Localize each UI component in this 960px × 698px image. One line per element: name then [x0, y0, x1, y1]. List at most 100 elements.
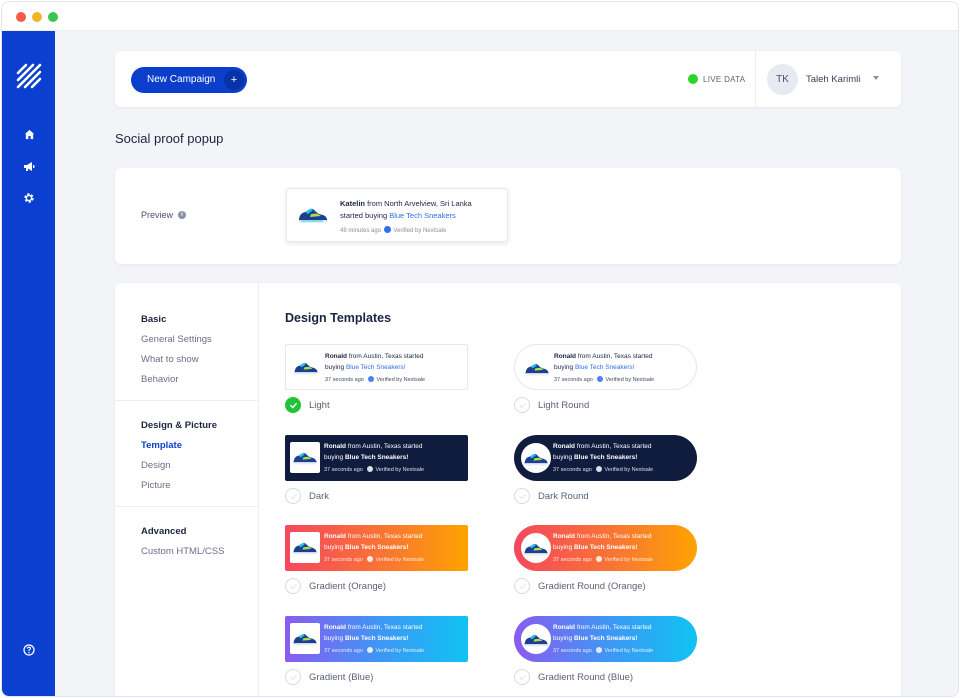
plus-icon: +: [224, 70, 244, 90]
template-line-1: Ronald from Austin, Texas started: [553, 443, 652, 450]
nav-item-custom-html-css[interactable]: Custom HTML/CSS: [141, 546, 224, 557]
template-option-label: Dark Round: [538, 490, 589, 502]
template-preview-light[interactable]: Ronald from Austin, Texas started buying …: [285, 344, 468, 390]
template-line-2: buying Blue Tech Sneakers!: [554, 364, 634, 371]
timestamp: 48 minutes ago: [340, 228, 382, 234]
topbar-divider: [755, 51, 756, 107]
design-templates-title: Design Templates: [285, 311, 392, 325]
template-preview-gradient-round-orange[interactable]: Ronald from Austin, Texas started buying …: [514, 525, 697, 571]
home-icon: [24, 129, 34, 139]
template-option-label: Gradient (Blue): [309, 671, 374, 683]
nav-item-picture[interactable]: Picture: [141, 480, 171, 491]
sidebar-item-campaigns[interactable]: [18, 155, 40, 177]
customer-location: from Austin, Texas started: [346, 443, 423, 450]
radio-circle-icon[interactable]: [514, 669, 530, 685]
timestamp: 37 seconds ago: [324, 467, 363, 473]
verified-icon: [596, 556, 603, 562]
template-option-gradient-orange[interactable]: Gradient (Orange): [285, 578, 386, 594]
preview-label: Preview i: [141, 210, 187, 220]
template-option-label: Light: [309, 399, 330, 411]
customer-name: Ronald: [325, 353, 348, 360]
user-menu[interactable]: TK Taleh Karimli: [767, 64, 879, 95]
sneaker-image: [294, 362, 318, 375]
sidebar-item-settings[interactable]: [18, 187, 40, 209]
template-preview-dark-round[interactable]: Ronald from Austin, Texas started buying …: [514, 435, 697, 481]
buying-text: buying: [324, 544, 345, 551]
template-preview-gradient-round-blue[interactable]: Ronald from Austin, Texas started buying …: [514, 616, 697, 662]
new-campaign-label: New Campaign: [147, 74, 216, 85]
template-line-3: 37 seconds ago Verified by Nextsale: [554, 376, 654, 383]
template-option-gradient-blue[interactable]: Gradient (Blue): [285, 669, 373, 685]
nav-item-template[interactable]: Template: [141, 440, 182, 451]
preview-line-3: 48 minutes ago Verified by Nextsale: [340, 226, 446, 234]
customer-location: from North Arvelview, Sri Lanka: [365, 199, 472, 208]
verified-text: Verified by Nextsale: [375, 467, 425, 473]
nav-item-what-to-show[interactable]: What to show: [141, 354, 199, 365]
sidebar-item-home[interactable]: [18, 123, 40, 145]
sneaker-image: [524, 634, 548, 647]
customer-location: from Austin, Texas started: [575, 624, 652, 631]
customer-name: Ronald: [324, 533, 347, 540]
info-icon[interactable]: i: [178, 211, 187, 219]
template-line-1: Ronald from Austin, Texas started: [553, 533, 652, 540]
close-window-button[interactable]: [16, 12, 26, 22]
template-option-label: Gradient Round (Blue): [538, 671, 634, 683]
template-line-1: Ronald from Austin, Texas started: [553, 624, 652, 631]
nextsale-logo[interactable]: [16, 63, 42, 89]
template-option-gradient-round-orange[interactable]: Gradient Round (Orange): [514, 578, 646, 594]
customer-name: Ronald: [553, 533, 576, 540]
template-line-2: buying Blue Tech Sneakers!: [553, 544, 637, 551]
checkmark-icon[interactable]: [285, 397, 301, 413]
maximize-window-button[interactable]: [48, 12, 58, 22]
sneaker-image: [525, 363, 549, 376]
template-option-light-round[interactable]: Light Round: [514, 397, 589, 413]
template-option-light[interactable]: Light: [285, 397, 330, 413]
template-option-dark-round[interactable]: Dark Round: [514, 488, 589, 504]
verified-text: Verified by Nextsale: [605, 377, 655, 383]
minimize-window-button[interactable]: [32, 12, 42, 22]
megaphone-icon: [24, 161, 35, 171]
template-thumbnail: [290, 442, 320, 473]
verified-icon: [368, 376, 375, 382]
product-link[interactable]: Blue Tech Sneakers: [389, 211, 456, 220]
radio-circle-icon[interactable]: [285, 578, 301, 594]
template-thumbnail: [290, 532, 320, 563]
nav-item-design[interactable]: Design: [141, 460, 171, 471]
main-content: New Campaign + LIVE DATA TK Taleh Kariml…: [55, 31, 958, 696]
live-data-label: LIVE DATA: [703, 74, 746, 84]
timestamp: 37 seconds ago: [324, 557, 363, 563]
nav-item-general-settings[interactable]: General Settings: [141, 334, 212, 345]
radio-circle-icon[interactable]: [514, 488, 530, 504]
template-line-1: Ronald from Austin, Texas started: [324, 443, 423, 450]
sneaker-image: [299, 208, 327, 223]
avatar: TK: [767, 64, 798, 95]
sneaker-image: [293, 542, 317, 555]
buying-text: buying: [553, 635, 574, 642]
template-line-3: 37 seconds ago Verified by Nextsale: [324, 556, 424, 563]
verified-icon: [596, 647, 603, 653]
new-campaign-button[interactable]: New Campaign +: [131, 67, 247, 93]
verified-icon: [597, 376, 604, 382]
radio-circle-icon[interactable]: [514, 397, 530, 413]
nav-heading-basic: Basic: [141, 314, 167, 325]
template-preview-gradient-blue[interactable]: Ronald from Austin, Texas started buying …: [285, 616, 468, 662]
nav-item-behavior[interactable]: Behavior: [141, 374, 179, 385]
template-option-dark[interactable]: Dark: [285, 488, 329, 504]
template-thumbnail: [522, 353, 552, 383]
radio-circle-icon[interactable]: [285, 488, 301, 504]
customer-location: from Austin, Texas started: [346, 533, 423, 540]
customer-name: Ronald: [553, 624, 576, 631]
template-thumbnail: [521, 443, 551, 473]
sidebar-item-help[interactable]: [18, 639, 40, 661]
template-thumbnail: [521, 533, 551, 563]
nav-heading-design: Design & Picture: [141, 420, 218, 431]
radio-circle-icon[interactable]: [285, 669, 301, 685]
sneaker-image: [524, 453, 548, 466]
template-option-gradient-round-blue[interactable]: Gradient Round (Blue): [514, 669, 633, 685]
template-preview-gradient-orange[interactable]: Ronald from Austin, Texas started buying …: [285, 525, 468, 571]
radio-circle-icon[interactable]: [514, 578, 530, 594]
template-preview-dark[interactable]: Ronald from Austin, Texas started buying …: [285, 435, 468, 481]
timestamp: 37 seconds ago: [553, 648, 592, 654]
template-preview-light-round[interactable]: Ronald from Austin, Texas started buying …: [514, 344, 697, 390]
gear-icon: [24, 193, 34, 203]
